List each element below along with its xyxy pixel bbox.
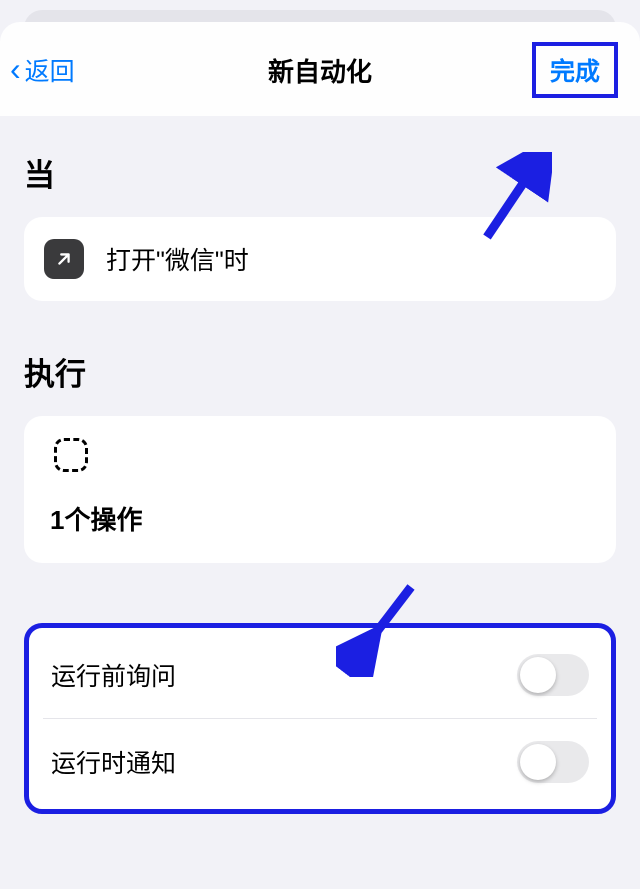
ask-before-run-row: 运行前询问 [43, 632, 597, 718]
annotation-arrow-icon [336, 577, 426, 677]
done-button[interactable]: 完成 [532, 42, 618, 98]
switch-knob [520, 657, 556, 693]
trigger-text: 打开"微信"时 [106, 241, 249, 277]
ask-before-run-switch[interactable] [517, 654, 589, 696]
page-title: 新自动化 [268, 52, 372, 89]
actions-count-text: 1个操作 [50, 500, 596, 537]
settings-card: 运行前询问 运行时通知 [24, 623, 616, 814]
ask-before-run-label: 运行前询问 [51, 657, 176, 693]
back-label: 返回 [25, 52, 75, 88]
annotation-arrow-icon [472, 152, 552, 247]
notify-on-run-switch[interactable] [517, 741, 589, 783]
switch-knob [520, 744, 556, 780]
exec-section-label: 执行 [24, 349, 616, 394]
back-button[interactable]: ‹ 返回 [10, 52, 75, 88]
actions-card[interactable]: 1个操作 [24, 416, 616, 563]
chevron-left-icon: ‹ [10, 57, 21, 83]
placeholder-icon [54, 438, 88, 472]
notify-on-run-label: 运行时通知 [51, 744, 176, 780]
open-app-icon [44, 239, 84, 279]
notify-on-run-row: 运行时通知 [43, 718, 597, 805]
navigation-bar: ‹ 返回 新自动化 完成 [0, 22, 640, 116]
